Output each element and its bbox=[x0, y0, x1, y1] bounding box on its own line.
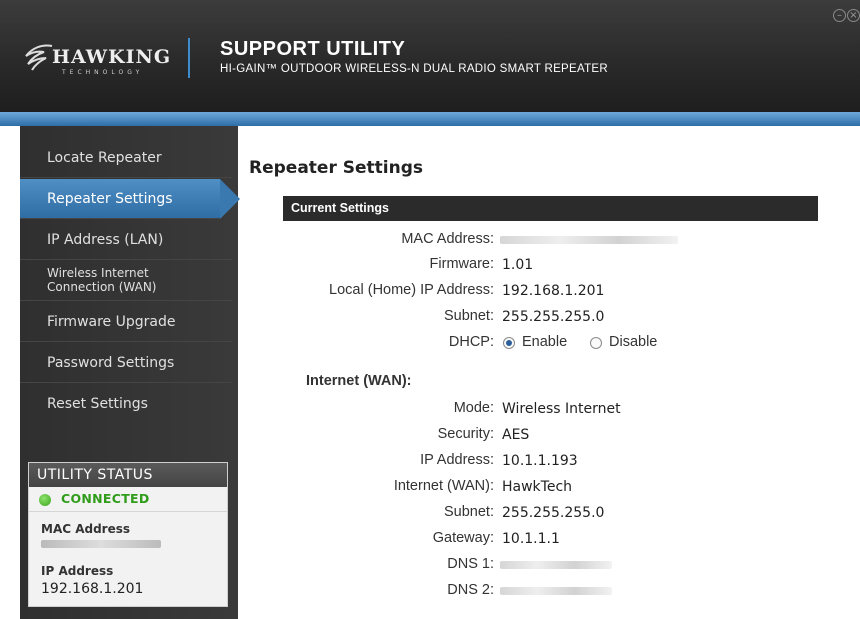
sidebar-item-password-settings[interactable]: Password Settings bbox=[20, 343, 232, 383]
sidebar-item-label: Repeater Settings bbox=[47, 191, 173, 207]
app-subtitle: HI-GAIN™ OUTDOOR WIRELESS-N DUAL RADIO S… bbox=[220, 63, 608, 75]
sidebar-item-wireless-wan[interactable]: Wireless Internet Connection (WAN) bbox=[20, 261, 232, 301]
wan-security-value: AES bbox=[502, 427, 530, 443]
minimize-icon[interactable]: – bbox=[833, 9, 846, 22]
header-divider bbox=[188, 38, 190, 78]
firmware-value: 1.01 bbox=[502, 257, 534, 273]
sidebar-item-label: Reset Settings bbox=[47, 396, 148, 412]
status-ip-label: IP Address bbox=[41, 564, 114, 578]
wan-dns1-label: DNS 1: bbox=[447, 556, 494, 572]
dhcp-enable-radio[interactable] bbox=[503, 337, 515, 349]
firmware-label: Firmware: bbox=[429, 256, 494, 272]
app-window: HAWKING TECHNOLOGY SUPPORT UTILITY HI-GA… bbox=[0, 0, 860, 619]
dhcp-disable-radio[interactable] bbox=[590, 337, 602, 349]
wan-subnet-label: Subnet: bbox=[444, 504, 494, 520]
sidebar-item-label-line1: Wireless Internet bbox=[47, 266, 149, 280]
sidebar-item-locate-repeater[interactable]: Locate Repeater bbox=[20, 138, 232, 178]
subnet-label: Subnet: bbox=[444, 308, 494, 324]
wan-subnet-value: 255.255.255.0 bbox=[502, 505, 605, 521]
local-ip-label: Local (Home) IP Address: bbox=[329, 282, 494, 298]
brand-tagline: TECHNOLOGY bbox=[62, 69, 144, 76]
header-accent-strip bbox=[0, 112, 860, 126]
wan-ip-value: 10.1.1.193 bbox=[502, 453, 578, 469]
app-title: SUPPORT UTILITY bbox=[220, 38, 406, 60]
status-mac-redacted bbox=[41, 540, 161, 548]
dhcp-label: DHCP: bbox=[448, 334, 494, 350]
wan-gateway-label: Gateway: bbox=[432, 530, 494, 546]
dhcp-disable-label[interactable]: Disable bbox=[609, 334, 657, 350]
sidebar-item-label: Password Settings bbox=[47, 355, 175, 371]
status-divider bbox=[29, 511, 227, 512]
hawk-wing-icon bbox=[25, 44, 53, 71]
active-item-arrow bbox=[220, 179, 240, 219]
wan-dns1-redacted bbox=[500, 561, 612, 569]
wan-gateway-value: 10.1.1.1 bbox=[502, 531, 560, 547]
brand-name: HAWKING bbox=[52, 46, 172, 68]
wan-dns2-redacted bbox=[500, 587, 612, 595]
connected-indicator-icon bbox=[39, 494, 51, 506]
local-ip-value: 192.168.1.201 bbox=[502, 283, 605, 299]
app-header: HAWKING TECHNOLOGY SUPPORT UTILITY HI-GA… bbox=[0, 0, 860, 112]
wan-security-label: Security: bbox=[437, 426, 494, 442]
sidebar-item-label-line2: Connection (WAN) bbox=[47, 280, 157, 294]
sidebar-item-reset-settings[interactable]: Reset Settings bbox=[20, 384, 232, 424]
wan-internet-value: HawkTech bbox=[502, 479, 573, 495]
wan-mode-value: Wireless Internet bbox=[502, 401, 621, 417]
connection-status: CONNECTED bbox=[61, 491, 150, 506]
sidebar-item-repeater-settings[interactable]: Repeater Settings bbox=[20, 179, 220, 219]
wan-mode-label: Mode: bbox=[453, 400, 494, 416]
utility-status-panel: UTILITY STATUS CONNECTED MAC Address IP … bbox=[28, 462, 228, 607]
page-title: Repeater Settings bbox=[249, 158, 423, 178]
wan-ip-label: IP Address: bbox=[420, 452, 494, 468]
sidebar-item-label: Locate Repeater bbox=[47, 150, 162, 166]
subnet-value: 255.255.255.0 bbox=[502, 309, 605, 325]
close-icon[interactable]: × bbox=[847, 9, 860, 22]
mac-address-redacted bbox=[500, 236, 678, 244]
utility-status-heading: UTILITY STATUS bbox=[29, 463, 227, 487]
wan-section-heading: Internet (WAN): bbox=[306, 373, 412, 389]
wan-dns2-label: DNS 2: bbox=[447, 582, 494, 598]
status-ip-value: 192.168.1.201 bbox=[41, 581, 144, 597]
status-mac-label: MAC Address bbox=[41, 522, 131, 536]
dhcp-enable-label[interactable]: Enable bbox=[522, 334, 567, 350]
wan-internet-label: Internet (WAN): bbox=[393, 478, 494, 494]
current-settings-header: Current Settings bbox=[283, 196, 818, 221]
sidebar-item-label: IP Address (LAN) bbox=[47, 232, 164, 248]
mac-address-label: MAC Address: bbox=[401, 231, 494, 247]
hawking-logo: HAWKING TECHNOLOGY bbox=[22, 38, 182, 82]
sidebar-item-ip-address-lan[interactable]: IP Address (LAN) bbox=[20, 220, 232, 260]
sidebar-item-firmware-upgrade[interactable]: Firmware Upgrade bbox=[20, 302, 232, 342]
sidebar-item-label: Firmware Upgrade bbox=[47, 314, 176, 330]
